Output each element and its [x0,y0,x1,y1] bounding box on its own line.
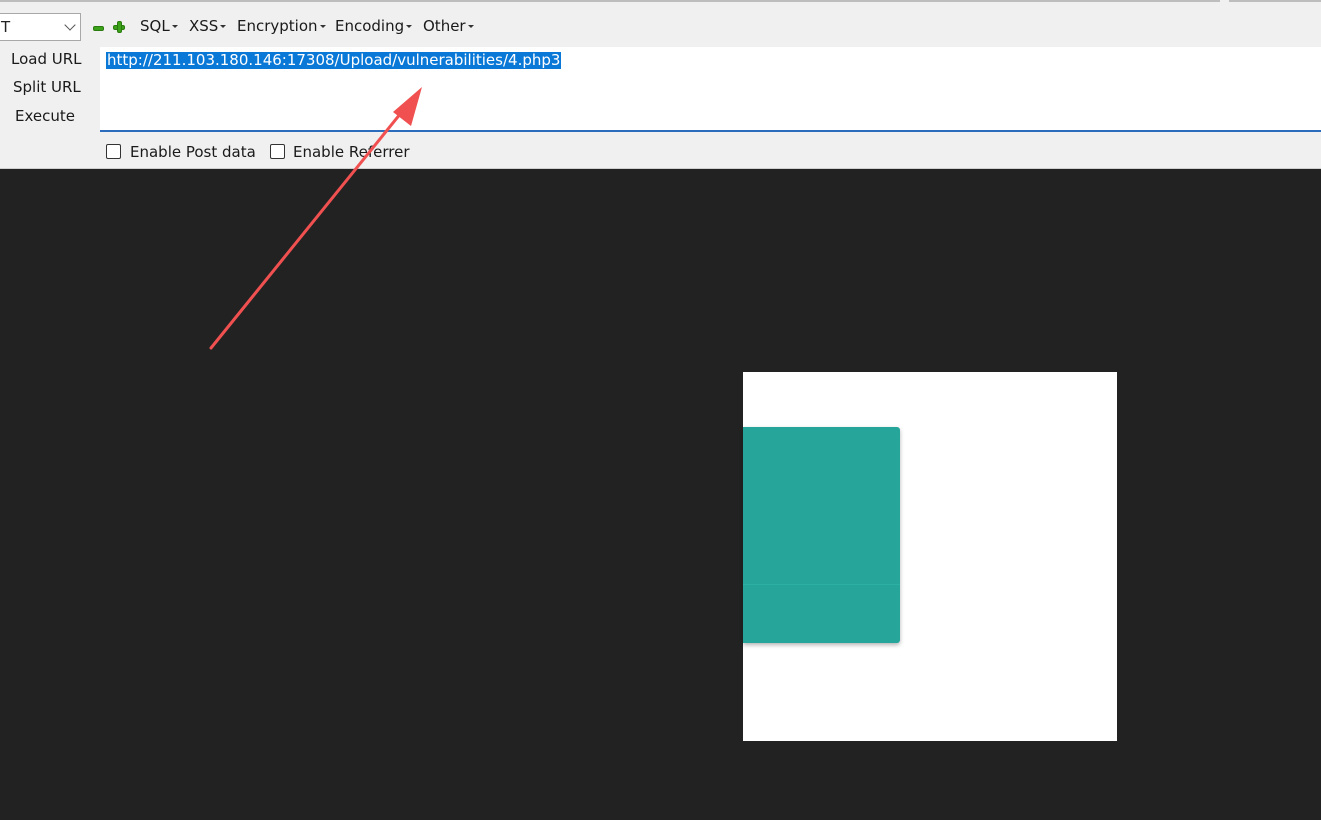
split-url-button[interactable]: Split URL [13,78,81,96]
url-value: http://211.103.180.146:17308/Upload/vuln… [106,51,562,69]
chevron-down-icon [64,19,76,31]
menu-other[interactable]: Other [423,17,474,35]
minus-icon[interactable] [93,26,104,31]
card-divider [743,584,900,585]
enable-referrer-label: Enable Referrer [293,143,410,161]
caret-down-icon [319,25,326,28]
menu-encoding-label: Encoding [335,17,405,35]
teal-card [743,427,900,643]
menu-xss[interactable]: XSS [189,17,227,35]
menu-encryption[interactable]: Encryption [237,17,326,35]
plus-icon[interactable] [113,21,125,33]
menu-xss-label: XSS [189,17,219,35]
menu-other-label: Other [423,17,466,35]
address-bar-edge [0,0,1220,2]
load-url-button[interactable]: Load URL [11,50,82,68]
caret-down-icon [406,25,413,28]
method-select[interactable]: T [0,13,81,41]
search-bar-edge [1229,0,1321,2]
enable-post-data-label: Enable Post data [130,143,256,161]
menu-sql[interactable]: SQL [140,17,178,35]
enable-referrer-checkbox[interactable] [270,144,285,159]
caret-down-icon [220,25,227,28]
hackbar-toolbar: T SQL XSS Encryption Encoding Other Load… [0,0,1321,169]
method-value: T [1,18,11,36]
menu-encryption-label: Encryption [237,17,318,35]
caret-down-icon [467,25,474,28]
enable-post-data-checkbox[interactable] [106,144,121,159]
menu-sql-label: SQL [140,17,170,35]
url-input[interactable]: http://211.103.180.146:17308/Upload/vuln… [100,47,1321,132]
caret-down-icon [171,25,178,28]
menu-encoding[interactable]: Encoding [335,17,413,35]
execute-button[interactable]: Execute [15,107,75,125]
